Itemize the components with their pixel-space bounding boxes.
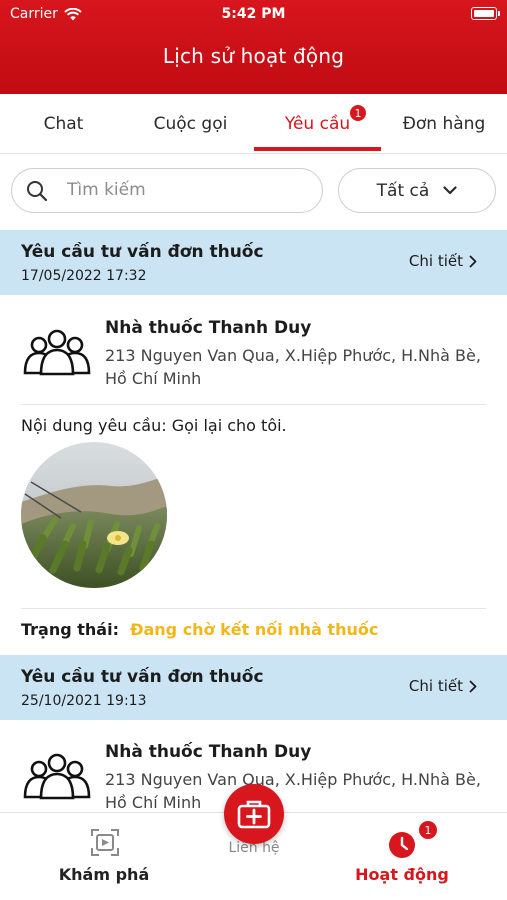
pharmacy-name: Nhà thuốc Thanh Duy	[105, 318, 312, 338]
nav-explore-label: Khám phá	[58, 865, 150, 884]
explore-icon	[91, 829, 119, 856]
tab-requests[interactable]: Yêu cầu	[254, 94, 381, 154]
request-card-header[interactable]: Yêu cầu tư vấn đơn thuốc 25/10/2021 19:1…	[0, 655, 507, 720]
status-bar: Carrier 5:42 PM	[0, 0, 507, 30]
pharmacy-group-icon	[23, 753, 91, 800]
battery-icon	[471, 7, 500, 20]
attached-photo[interactable]	[21, 442, 167, 588]
chevron-down-icon	[443, 186, 457, 195]
chevron-right-icon	[469, 255, 477, 267]
medical-kit-icon	[237, 800, 271, 829]
tab-label: Đơn hàng	[402, 114, 486, 134]
tab-orders[interactable]: Đơn hàng	[381, 94, 507, 154]
detail-link[interactable]: Chi tiết	[409, 677, 477, 695]
attached-photo-image	[21, 442, 167, 588]
divider	[21, 404, 486, 405]
detail-label: Chi tiết	[408, 677, 463, 695]
detail-label: Chi tiết	[408, 252, 463, 270]
search-input[interactable]	[67, 177, 307, 203]
status-value: Đang chờ kết nối nhà thuốc	[130, 620, 379, 639]
pharmacy-group-icon	[23, 329, 91, 376]
request-title: Yêu cầu tư vấn đơn thuốc	[21, 667, 264, 687]
request-content-text: Gọi lại cho tôi.	[171, 416, 287, 435]
request-status-line: Trạng thái: Đang chờ kết nối nhà thuốc	[21, 620, 378, 639]
tab-calls[interactable]: Cuộc gọi	[127, 94, 254, 154]
active-tab-indicator	[254, 147, 381, 151]
page-title: Lịch sử hoạt động	[162, 44, 345, 68]
tab-bar: Chat Cuộc gọi Yêu cầu Đơn hàng	[0, 94, 507, 154]
app-header: Carrier 5:42 PM Lịch sử hoạt động	[0, 0, 507, 94]
pharmacy-address: 213 Nguyen Van Qua, X.Hiệp Phước, H.Nhà …	[105, 770, 481, 812]
nav-explore[interactable]: Khám phá	[4, 813, 204, 900]
pharmacy-name: Nhà thuốc Thanh Duy	[105, 742, 312, 762]
search-icon	[27, 181, 48, 202]
filter-dropdown[interactable]: Tất cả	[338, 168, 496, 213]
clock-icon	[389, 832, 415, 858]
filter-selected-value: Tất cả	[376, 180, 430, 201]
nav-activity[interactable]: Hoạt động	[302, 813, 502, 900]
divider	[21, 608, 486, 609]
request-content-line: Nội dung yêu cầu: Gọi lại cho tôi.	[21, 416, 287, 435]
request-date: 25/10/2021 19:13	[21, 693, 147, 709]
tab-requests-badge: 1	[349, 104, 367, 122]
tab-label: Yêu cầu	[284, 114, 351, 134]
search-box[interactable]	[11, 168, 323, 213]
request-date: 17/05/2022 17:32	[21, 268, 147, 284]
request-card-header[interactable]: Yêu cầu tư vấn đơn thuốc 17/05/2022 17:3…	[0, 230, 507, 295]
pharmacy-address: 213 Nguyen Van Qua, X.Hiệp Phước, H.Nhà …	[105, 346, 481, 388]
detail-link[interactable]: Chi tiết	[409, 252, 477, 270]
tab-chat[interactable]: Chat	[0, 94, 127, 154]
request-title: Yêu cầu tư vấn đơn thuốc	[21, 242, 264, 262]
status-label: Trạng thái:	[21, 620, 119, 639]
tab-label: Chat	[43, 114, 84, 134]
clock: 5:42 PM	[221, 6, 286, 22]
chevron-right-icon	[469, 680, 477, 692]
tab-label: Cuộc gọi	[153, 114, 228, 134]
medical-kit-button[interactable]	[224, 784, 284, 844]
request-content-label: Nội dung yêu cầu:	[21, 416, 167, 435]
nav-activity-label: Hoạt động	[355, 865, 449, 884]
activity-badge: 1	[418, 820, 438, 840]
